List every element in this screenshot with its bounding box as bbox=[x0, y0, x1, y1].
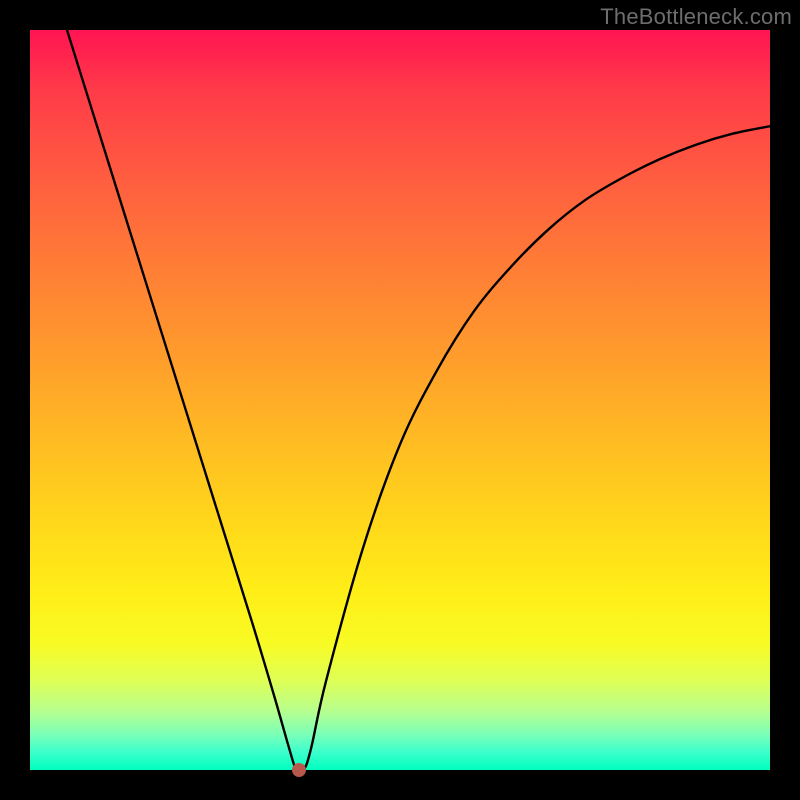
watermark-text: TheBottleneck.com bbox=[600, 4, 792, 30]
chart-canvas: TheBottleneck.com bbox=[0, 0, 800, 800]
bottleneck-curve-path bbox=[67, 30, 770, 770]
minimum-marker bbox=[292, 763, 306, 777]
plot-area bbox=[30, 30, 770, 770]
curve-svg bbox=[30, 30, 770, 770]
